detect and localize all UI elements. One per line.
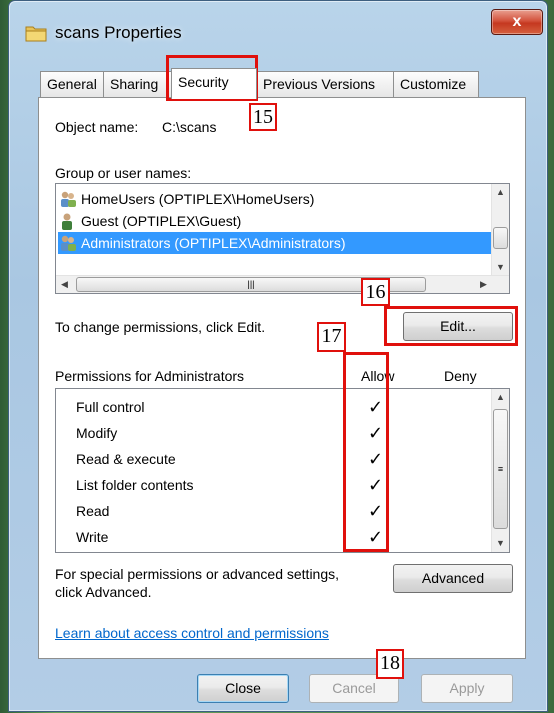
permissions-vscrollbar[interactable]: ▲ ≡ ▼ (491, 389, 509, 552)
security-panel: Object name: C:\scans Group or user name… (38, 97, 526, 659)
permission-row: Full control (76, 394, 144, 420)
tab-general[interactable]: General (40, 71, 104, 97)
group-user-label: Group or user names: (55, 165, 192, 181)
annotation-number-15: 15 (249, 103, 277, 131)
user-icon (62, 213, 72, 231)
scroll-thumb[interactable]: ≡ (493, 409, 508, 529)
permissions-list[interactable]: Full control Modify Read & execute List … (55, 388, 510, 553)
permission-row: Write (76, 524, 108, 550)
group-icon (61, 192, 76, 208)
advanced-button[interactable]: Advanced (393, 564, 513, 593)
apply-button[interactable]: Apply (421, 674, 513, 703)
object-name-value: C:\scans (162, 119, 217, 135)
folder-icon (25, 26, 47, 42)
deny-header: Deny (444, 368, 477, 384)
scroll-up-icon[interactable]: ▲ (492, 184, 509, 201)
user-list-vscrollbar[interactable]: ▲ ▼ (491, 184, 509, 276)
permission-name: List folder contents (76, 477, 194, 493)
permission-name: Read & execute (76, 451, 176, 467)
annotation-box-edit-button (384, 306, 518, 346)
user-name: Administrators (OPTIPLEX\Administrators) (81, 235, 346, 251)
user-list[interactable]: HomeUsers (OPTIPLEX\HomeUsers) Guest (OP… (55, 183, 510, 294)
user-name: HomeUsers (OPTIPLEX\HomeUsers) (81, 191, 315, 207)
scroll-left-icon[interactable]: ◀ (56, 276, 73, 293)
tab-previous-versions[interactable]: Previous Versions (256, 71, 394, 97)
scroll-right-icon[interactable]: ▶ (475, 276, 492, 293)
properties-window: scans Properties x General Sharing Secur… (8, 0, 548, 712)
scroll-thumb[interactable] (493, 227, 508, 249)
tab-sharing[interactable]: Sharing (103, 71, 172, 97)
list-item[interactable]: HomeUsers (OPTIPLEX\HomeUsers) (58, 188, 314, 210)
special-permissions-text-2: click Advanced. (55, 584, 152, 600)
object-name-label: Object name: (55, 119, 139, 135)
permission-name: Full control (76, 399, 145, 415)
permission-row: Read (76, 498, 109, 524)
user-list-hscrollbar[interactable]: ◀ ||| ▶ (56, 275, 509, 293)
list-item[interactable]: Administrators (OPTIPLEX\Administrators) (58, 232, 491, 254)
permission-row: Modify (76, 420, 117, 446)
permissions-header: Permissions for Administrators (55, 368, 245, 384)
annotation-number-17: 17 (317, 322, 346, 352)
change-permissions-text: To change permissions, click Edit. (55, 319, 266, 335)
scroll-down-icon[interactable]: ▼ (492, 259, 509, 276)
user-name: Guest (OPTIPLEX\Guest) (81, 213, 242, 229)
permission-row: Read & execute (76, 446, 176, 472)
list-item[interactable]: Guest (OPTIPLEX\Guest) (58, 210, 241, 232)
scroll-up-icon[interactable]: ▲ (492, 389, 509, 406)
learn-access-control-link[interactable]: Learn about access control and permissio… (55, 625, 329, 641)
permission-row: List folder contents (76, 472, 194, 498)
tab-customize[interactable]: Customize (393, 71, 479, 97)
group-icon (61, 236, 76, 252)
scroll-down-icon[interactable]: ▼ (492, 535, 509, 552)
annotation-box-allow-column (343, 352, 389, 552)
window-title: scans Properties (55, 23, 182, 42)
permission-name: Read (76, 503, 110, 519)
title-bar[interactable]: scans Properties x (9, 1, 547, 63)
annotation-number-18: 18 (376, 649, 404, 679)
permission-name: Write (76, 529, 109, 545)
permission-name: Modify (76, 425, 118, 441)
annotation-number-16: 16 (361, 278, 390, 306)
tab-security[interactable]: Security (171, 68, 257, 99)
special-permissions-text: For special permissions or advanced sett… (55, 566, 340, 582)
close-button[interactable]: Close (197, 674, 289, 703)
close-window-button[interactable]: x (491, 9, 543, 35)
